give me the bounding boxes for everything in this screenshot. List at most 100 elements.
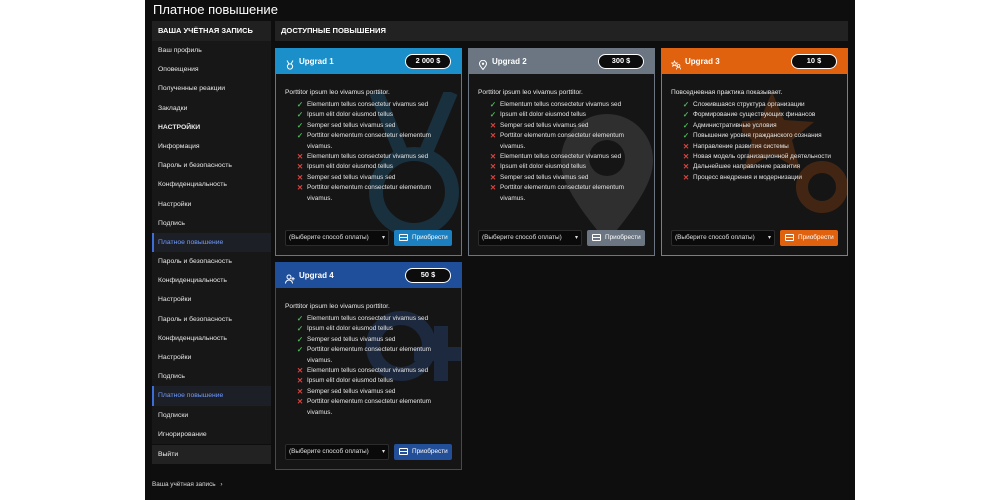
feature-text: Semper sed tellus vivamus sed: [307, 335, 396, 343]
cross-icon: ✕: [489, 131, 497, 141]
sidebar-item[interactable]: Конфиденциальность: [152, 175, 271, 194]
card-header: Upgrad 2 300 $: [469, 49, 654, 74]
cross-icon: ✕: [296, 183, 304, 193]
sidebar-item[interactable]: Пароль и безопасность: [152, 252, 271, 271]
price-badge: 2 000 $: [405, 54, 451, 69]
user-plus-icon: [285, 271, 295, 284]
sidebar-item[interactable]: Пароль и безопасность: [152, 156, 271, 175]
cross-icon: ✕: [489, 172, 497, 182]
buy-button-label: Приобрести: [798, 234, 834, 241]
feature-item: ✕ Semper sed tellus vivamus sed: [478, 173, 654, 183]
card-body: Porttitor ipsum leo vivamus porttitor. ✓…: [276, 288, 461, 418]
sidebar-item[interactable]: Настройки: [152, 348, 271, 367]
check-icon: ✓: [296, 110, 304, 120]
feature-text: Semper sed tellus vivamus sed: [500, 121, 589, 129]
feature-text: Semper sed tellus vivamus sed: [307, 387, 396, 395]
feature-text: Новая модель организационной деятельност…: [693, 153, 831, 161]
feature-text: Porttitor elementum consectetur elementu…: [307, 132, 431, 150]
feature-item: ✕ Porttitor elementum consectetur elemen…: [478, 183, 654, 204]
buy-button[interactable]: Приобрести: [394, 230, 452, 246]
feature-item: ✓ Ipsum elit dolor eiusmod tellus: [285, 110, 461, 120]
payment-method-select[interactable]: (Выберите способ оплаты) ▾: [478, 230, 582, 246]
feature-item: ✕ Porttitor elementum consectetur elemen…: [478, 131, 654, 152]
feature-item: ✕ Porttitor elementum consectetur elemen…: [285, 397, 461, 418]
feature-item: ✕ Semper sed tellus vivamus sed: [478, 121, 654, 131]
dropdown-arrow-icon: ▾: [574, 235, 578, 241]
feature-item: ✓ Повышение уровня гражданского сознания: [671, 131, 847, 141]
chevron-right-icon: ›: [220, 481, 223, 488]
sidebar-item[interactable]: Оповещения: [152, 60, 271, 79]
sidebar-account-header: ВАША УЧЁТНАЯ ЗАПИСЬ: [152, 21, 271, 41]
buy-button-label: Приобрести: [412, 234, 448, 241]
feature-text: Semper sed tellus vivamus sed: [307, 173, 396, 181]
feature-item: ✓ Elementum tellus consectetur vivamus s…: [478, 100, 654, 110]
feature-item: ✕ Semper sed tellus vivamus sed: [285, 387, 461, 397]
check-icon: ✓: [296, 345, 304, 355]
price-badge: 50 $: [405, 268, 451, 283]
feature-item: ✕ Ipsum elit dolor eiusmod tellus: [285, 376, 461, 386]
sidebar-item[interactable]: Настройки: [152, 290, 271, 309]
card-footer: (Выберите способ оплаты) ▾ Приобрести: [671, 230, 838, 246]
feature-text: Процесс внедрения и модернизации: [693, 173, 802, 181]
sidebar-item[interactable]: Ваш профиль: [152, 41, 271, 60]
buy-button[interactable]: Приобрести: [394, 444, 452, 460]
buy-button[interactable]: Приобрести: [780, 230, 838, 246]
payment-select-placeholder: (Выберите способ оплаты): [675, 234, 755, 241]
sidebar-item[interactable]: Подпись: [152, 367, 271, 386]
check-icon: ✓: [296, 131, 304, 141]
cross-icon: ✕: [296, 366, 304, 376]
feature-text: Porttitor elementum consectetur elementu…: [500, 184, 624, 202]
credit-card-icon: [399, 448, 408, 455]
sidebar-item[interactable]: Подпись: [152, 214, 271, 233]
sidebar-item[interactable]: Конфиденциальность: [152, 329, 271, 348]
cross-icon: ✕: [489, 162, 497, 172]
sidebar-item[interactable]: Игнорирование: [152, 425, 271, 444]
price-badge: 10 $: [791, 54, 837, 69]
sidebar-item[interactable]: Подписки: [152, 406, 271, 425]
payment-select-placeholder: (Выберите способ оплаты): [289, 448, 369, 455]
sidebar-item[interactable]: Информация: [152, 137, 271, 156]
sidebar-item[interactable]: Настройки: [152, 195, 271, 214]
payment-select-placeholder: (Выберите способ оплаты): [482, 234, 562, 241]
cross-icon: ✕: [489, 120, 497, 130]
check-icon: ✓: [296, 100, 304, 109]
sidebar-item[interactable]: Платное повышение: [152, 386, 271, 406]
feature-text: Semper sed tellus vivamus sed: [307, 121, 396, 129]
cross-icon: ✕: [682, 172, 690, 182]
feature-text: Ipsum elit dolor eiusmod tellus: [307, 325, 393, 333]
check-icon: ✓: [682, 120, 690, 130]
credit-card-icon: [399, 234, 408, 241]
sidebar-item[interactable]: Закладки: [152, 99, 271, 118]
logout-button[interactable]: Выйти: [152, 445, 271, 464]
feature-text: Elementum tellus consectetur vivamus sed: [500, 101, 622, 108]
sidebar-item[interactable]: Платное повышение: [152, 232, 271, 253]
cross-icon: ✕: [296, 386, 304, 396]
sidebar-item[interactable]: Полученные реакции: [152, 79, 271, 98]
sidebar-item[interactable]: Пароль и безопасность: [152, 310, 271, 329]
feature-item: ✕ Elementum tellus consectetur vivamus s…: [285, 366, 461, 376]
feature-item: ✓ Semper sed tellus vivamus sed: [285, 121, 461, 131]
feature-text: Ipsum elit dolor eiusmod tellus: [307, 163, 393, 171]
sidebar-item[interactable]: Конфиденциальность: [152, 271, 271, 290]
buy-button[interactable]: Приобрести: [587, 230, 645, 246]
feature-item: ✓ Административные условия: [671, 121, 847, 131]
feature-text: Повышение уровня гражданского сознания: [693, 132, 822, 140]
check-icon: ✓: [296, 314, 304, 323]
account-footer-link[interactable]: Ваша учётная запись ›: [152, 481, 223, 488]
feature-text: Porttitor elementum consectetur elementu…: [500, 132, 624, 150]
check-icon: ✓: [682, 100, 690, 109]
payment-method-select[interactable]: (Выберите способ оплаты) ▾: [285, 444, 389, 460]
check-icon: ✓: [489, 100, 497, 109]
payment-method-select[interactable]: (Выберите способ оплаты) ▾: [671, 230, 775, 246]
feature-text: Elementum tellus consectetur vivamus sed: [307, 101, 429, 108]
feature-text: Административные условия: [693, 121, 777, 129]
payment-method-select[interactable]: (Выберите способ оплаты) ▾: [285, 230, 389, 246]
buy-button-label: Приобрести: [605, 234, 641, 241]
feature-text: Ipsum elit dolor eiusmod tellus: [307, 111, 393, 119]
feature-item: ✕ Процесс внедрения и модернизации: [671, 173, 847, 183]
feature-item: ✕ Porttitor elementum consectetur elemen…: [285, 183, 461, 204]
cross-icon: ✕: [682, 162, 690, 172]
payment-select-placeholder: (Выберите способ оплаты): [289, 234, 369, 241]
card-title: Upgrad 2: [492, 57, 527, 66]
dropdown-arrow-icon: ▾: [381, 449, 385, 455]
